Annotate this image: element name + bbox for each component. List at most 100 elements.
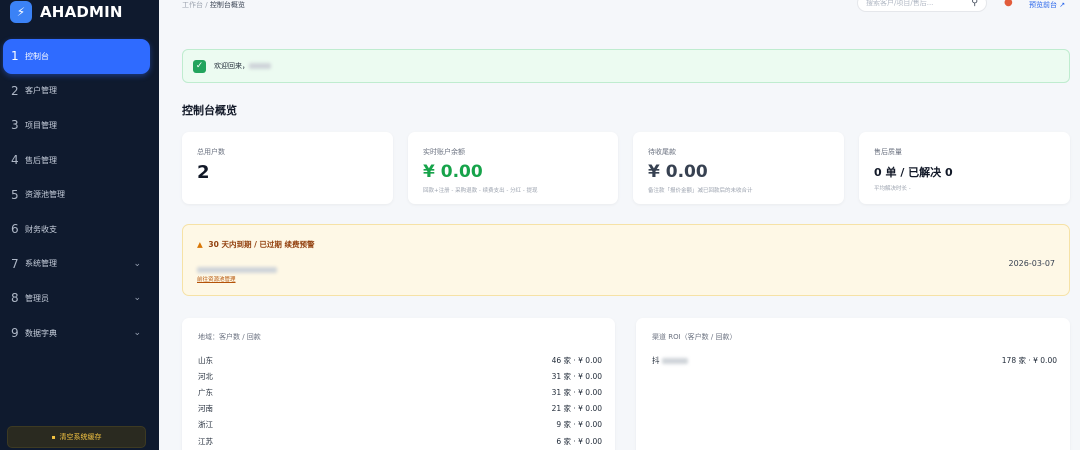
warning-title: ▲ 30 天内到期 / 已过期 续费预警 [197,239,315,250]
sidebar-item-number: 5 [11,187,19,202]
channel-value: 178 家 · ¥ 0.00 [1001,355,1057,365]
list-item: 河北 31 家 · ¥ 0.00 [198,368,602,384]
topbar: 工作台 / 控制台概览 搜索客户/项目/售后... ⚲ ● 预览前台 ↗ [159,0,1080,14]
region-name: 广东 [198,387,213,397]
page-title: 控制台概览 [182,104,237,117]
region-name: 江苏 [198,436,213,446]
sidebar-item-number: 9 [11,326,19,341]
warning-date: 2026-03-07 [1008,259,1056,268]
stat-note: 回款+注册 - 采购退款 - 续费支出 - 分红 - 提现 [423,188,538,194]
region-list: 山东 46 家 · ¥ 0.00 河北 31 家 · ¥ 0.00 广东 31 … [198,352,602,449]
list-item: 广东 31 家 · ¥ 0.00 [198,384,602,400]
brand-name: AHADMIN [40,3,123,21]
list-item: 江苏 6 家 · ¥ 0.00 [198,433,602,449]
sidebar-item-label: 资源池管理 [25,190,65,200]
region-value: 21 家 · ¥ 0.00 [551,404,602,414]
sidebar-item-number: 1 [11,49,19,64]
panel-title: 渠道 ROI（客户数 / 回款） [652,333,737,341]
region-value: 46 家 · ¥ 0.00 [551,355,602,365]
sidebar-item-label: 控制台 [25,51,49,61]
sidebar-item-finance[interactable]: 6 财务收支 [0,212,159,247]
sidebar-item-label: 财务收支 [25,224,57,234]
list-item: 山东 46 家 · ¥ 0.00 [198,352,602,368]
stat-card-receivables: 待收尾款 ¥ 0.00 备注款「报价金额」减已回款后的未收合计 [633,132,844,204]
stat-value: ¥ 0.00 [648,162,708,182]
preview-label: 预览前台 [1029,1,1057,9]
goto-resource-pool-link[interactable]: 前往资源池管理 [197,275,236,283]
search-icon[interactable]: ⚲ [971,0,978,8]
stat-card-balance: 实时账户余额 ¥ 0.00 回款+注册 - 采购退款 - 续费支出 - 分红 -… [408,132,618,204]
sidebar-item-projects[interactable]: 3 项目管理 [0,108,159,143]
region-name: 河北 [198,371,213,381]
stat-label: 待收尾款 [648,148,676,156]
region-value: 9 家 · ¥ 0.00 [556,420,602,430]
panel-title: 地域：客户数 / 回款 [198,333,261,341]
breadcrumb: 工作台 / 控制台概览 [182,0,245,10]
stat-value: 0 单 / 已解决 0 [874,166,953,179]
check-icon: ✓ [193,59,206,73]
search-input[interactable]: 搜索客户/项目/售后... ⚲ [857,0,987,12]
breadcrumb-current: 控制台概览 [209,1,245,9]
sidebar-item-number: 7 [11,256,19,271]
sidebar: ⚡ AHADMIN 1 控制台 2 客户管理 3 项目管理 4 售后管理 5 资… [0,0,159,450]
stat-note: 平均解决时长 - [874,186,911,192]
broom-icon: ▪ [51,433,56,441]
sidebar-item-resource-pool[interactable]: 5 资源池管理 [0,177,159,212]
brand[interactable]: ⚡ AHADMIN [10,0,123,24]
stat-value: 2 [197,162,210,183]
region-name: 河南 [198,404,213,414]
warning-icon: ▲ [197,240,203,249]
welcome-banner: ✓ 欢迎回来， [182,49,1070,83]
blurred-username [249,63,271,69]
stat-label: 实时账户余额 [423,148,465,156]
warning-title-text: 30 天内到期 / 已过期 续费预警 [208,240,315,249]
breadcrumb-root[interactable]: 工作台 / [182,1,208,9]
stat-card-aftersales-quality: 售后质量 0 单 / 已解决 0 平均解决时长 - [859,132,1070,204]
welcome-text: 欢迎回来， [214,62,249,70]
bell-icon[interactable]: ● [1004,0,1013,8]
stat-card-total-users: 总用户数 2 [182,132,393,204]
channel-roi-panel: 渠道 ROI（客户数 / 回款） 抖 178 家 · ¥ 0.00 [636,318,1070,450]
sidebar-item-dashboard[interactable]: 1 控制台 [3,39,150,74]
stat-label: 售后质量 [874,148,902,156]
channel-list: 抖 178 家 · ¥ 0.00 [652,352,1057,368]
region-name: 山东 [198,355,213,365]
region-panel: 地域：客户数 / 回款 山东 46 家 · ¥ 0.00 河北 31 家 · ¥… [182,318,615,450]
sidebar-item-aftersales[interactable]: 4 售后管理 [0,143,159,178]
clear-cache-button[interactable]: ▪ 清空系统缓存 [7,426,146,448]
sidebar-item-number: 8 [11,291,19,306]
list-item: 浙江 9 家 · ¥ 0.00 [198,417,602,433]
sidebar-item-label: 系统管理 [25,259,57,269]
region-value: 6 家 · ¥ 0.00 [556,436,602,446]
region-value: 31 家 · ¥ 0.00 [551,371,602,381]
sidebar-item-label: 管理员 [25,293,49,303]
renewal-warning: ▲ 30 天内到期 / 已过期 续费预警 2026-03-07 前往资源池管理 [182,224,1070,296]
sidebar-item-customers[interactable]: 2 客户管理 [0,74,159,109]
stat-note: 备注款「报价金额」减已回款后的未收合计 [648,188,753,194]
sidebar-item-number: 4 [11,153,19,168]
sidebar-nav: 1 控制台 2 客户管理 3 项目管理 4 售后管理 5 资源池管理 6 财务收… [0,39,159,350]
region-value: 31 家 · ¥ 0.00 [551,387,602,397]
sidebar-item-number: 6 [11,222,19,237]
sidebar-item-number: 3 [11,118,19,133]
clear-cache-label: 清空系统缓存 [59,433,102,441]
blurred-resource-name [197,266,277,273]
preview-frontend-link[interactable]: 预览前台 ↗ [1029,0,1065,10]
sidebar-item-system[interactable]: 7 系统管理 ⌄ [0,247,159,282]
list-item: 抖 178 家 · ¥ 0.00 [652,352,1057,368]
sidebar-item-label: 项目管理 [25,120,57,130]
sidebar-item-number: 2 [11,83,19,98]
stat-label: 总用户数 [197,148,225,156]
chevron-down-icon: ⌄ [133,293,141,304]
list-item: 河南 21 家 · ¥ 0.00 [198,401,602,417]
chevron-down-icon: ⌄ [133,328,141,339]
channel-name: 抖 [652,355,660,365]
sidebar-item-admins[interactable]: 8 管理员 ⌄ [0,281,159,316]
chevron-down-icon: ⌄ [133,258,141,269]
channel-name-group: 抖 [652,355,688,366]
blurred-channel-name [661,357,688,364]
sidebar-item-dictionary[interactable]: 9 数据字典 ⌄ [0,316,159,351]
external-link-icon: ↗ [1059,1,1066,9]
sidebar-item-label: 客户管理 [25,86,57,96]
stat-value: ¥ 0.00 [423,162,483,182]
